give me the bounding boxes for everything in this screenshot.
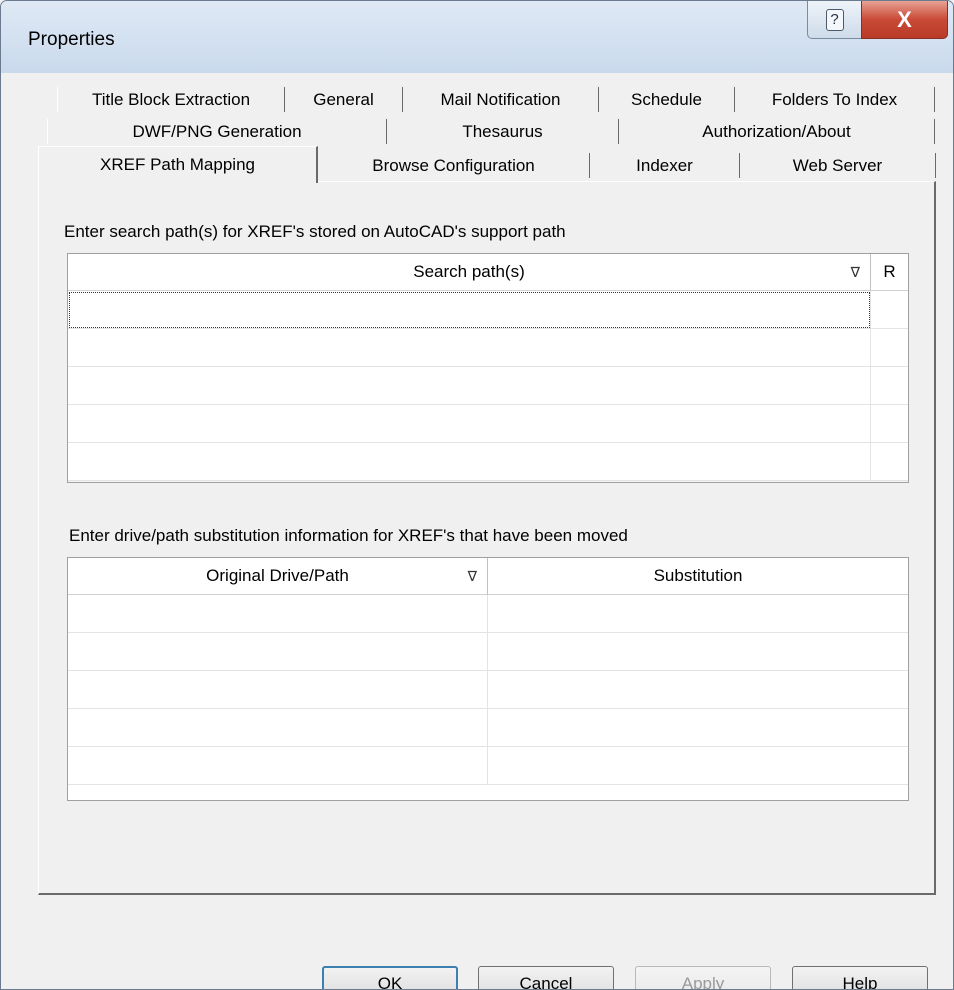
table-row[interactable]: [68, 443, 871, 481]
close-icon: X: [897, 6, 912, 32]
substitution-label: Enter drive/path substitution informatio…: [69, 526, 628, 545]
tab-label: XREF Path Mapping: [100, 155, 255, 174]
tab-page: Enter search path(s) for XREF's stored o…: [38, 181, 936, 895]
recursive-cell[interactable]: [871, 329, 908, 367]
original-path-column-header[interactable]: Original Drive/Path ∇: [68, 558, 488, 595]
tab-dwf-png-generation[interactable]: DWF/PNG Generation: [47, 119, 387, 144]
recursive-cell[interactable]: [871, 405, 908, 443]
column-header-label: Search path(s): [413, 262, 525, 281]
substitution-cell[interactable]: [488, 633, 908, 671]
tab-authorization-about[interactable]: Authorization/About: [619, 119, 935, 144]
table-row[interactable]: [68, 747, 488, 785]
tab-general[interactable]: General: [285, 87, 403, 112]
sort-down-icon[interactable]: ∇: [851, 264, 860, 281]
search-path-column-header[interactable]: Search path(s) ∇: [68, 254, 871, 291]
substitution-column-header[interactable]: Substitution: [488, 558, 908, 595]
cancel-button[interactable]: Cancel: [478, 966, 614, 990]
tab-xref-path-mapping[interactable]: XREF Path Mapping: [38, 146, 318, 183]
substitution-grid[interactable]: Original Drive/Path ∇ Substitution: [67, 557, 909, 801]
button-label: Help: [842, 973, 878, 990]
help-title-button[interactable]: ?: [807, 1, 862, 39]
tab-label: Browse Configuration: [372, 155, 535, 175]
recursive-column-header[interactable]: R: [871, 254, 908, 291]
apply-button[interactable]: Apply: [635, 966, 771, 990]
tab-label: Indexer: [636, 155, 693, 175]
table-row[interactable]: [68, 405, 871, 443]
substitution-cell[interactable]: [488, 747, 908, 785]
tab-label: General: [313, 89, 374, 109]
substitution-cell[interactable]: [488, 709, 908, 747]
column-header-label: Substitution: [653, 566, 743, 585]
tab-schedule[interactable]: Schedule: [599, 87, 735, 112]
recursive-cell[interactable]: [871, 291, 908, 329]
grid-footer: [68, 481, 908, 482]
tab-label: Folders To Index: [771, 89, 898, 109]
properties-dialog: Properties ? X Title Block Extraction Ge…: [0, 0, 954, 990]
column-header-label: R: [883, 262, 896, 281]
tab-mail-notification[interactable]: Mail Notification: [403, 87, 599, 112]
substitution-cell[interactable]: [488, 595, 908, 633]
tab-folders-to-index[interactable]: Folders To Index: [735, 87, 935, 112]
sort-down-icon[interactable]: ∇: [468, 568, 477, 585]
button-label: OK: [377, 973, 403, 990]
search-path-label: Enter search path(s) for XREF's stored o…: [64, 222, 566, 241]
button-label: Cancel: [519, 973, 573, 990]
column-header-label: Original Drive/Path: [206, 566, 349, 585]
tab-label: Title Block Extraction: [91, 89, 251, 109]
tab-label: Web Server: [792, 155, 883, 175]
button-label: Apply: [681, 973, 725, 990]
table-row[interactable]: [68, 633, 488, 671]
help-button[interactable]: Help: [792, 966, 928, 990]
table-row[interactable]: [68, 367, 871, 405]
tab-thesaurus[interactable]: Thesaurus: [387, 119, 619, 144]
table-row[interactable]: [68, 291, 871, 329]
search-path-grid[interactable]: Search path(s) ∇ R: [67, 253, 909, 483]
table-row[interactable]: [68, 709, 488, 747]
table-row[interactable]: [68, 595, 488, 633]
title-bar: Properties ? X: [1, 1, 953, 73]
ok-button[interactable]: OK: [322, 966, 458, 990]
tab-web-server[interactable]: Web Server: [740, 153, 936, 178]
recursive-cell[interactable]: [871, 367, 908, 405]
tab-label: Thesaurus: [462, 121, 543, 141]
recursive-cell[interactable]: [871, 443, 908, 481]
table-row[interactable]: [68, 671, 488, 709]
window-title: Properties: [28, 29, 115, 50]
substitution-cell[interactable]: [488, 671, 908, 709]
tab-label: DWF/PNG Generation: [132, 121, 302, 141]
help-icon: ?: [825, 8, 844, 31]
close-button[interactable]: X: [861, 1, 948, 39]
table-row[interactable]: [68, 329, 871, 367]
tab-browse-configuration[interactable]: Browse Configuration: [318, 153, 590, 178]
tab-indexer[interactable]: Indexer: [590, 153, 740, 178]
tab-label: Schedule: [631, 89, 702, 109]
tab-label: Authorization/About: [702, 121, 851, 141]
tab-label: Mail Notification: [440, 89, 561, 109]
dialog-client: Title Block Extraction General Mail Noti…: [9, 73, 945, 989]
tab-title-block-extraction[interactable]: Title Block Extraction: [57, 87, 285, 112]
